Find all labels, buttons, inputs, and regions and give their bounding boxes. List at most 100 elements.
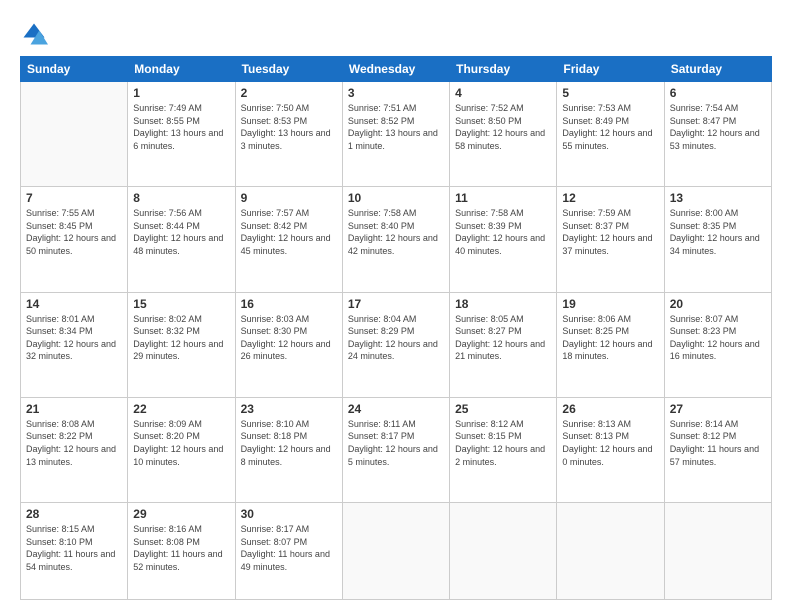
cell-day-number: 10 xyxy=(348,191,444,205)
cell-day-number: 6 xyxy=(670,86,766,100)
cell-day-number: 1 xyxy=(133,86,229,100)
cell-info: Sunrise: 7:58 AMSunset: 8:40 PMDaylight:… xyxy=(348,207,444,257)
cell-info: Sunrise: 8:09 AMSunset: 8:20 PMDaylight:… xyxy=(133,418,229,468)
cell-info: Sunrise: 8:17 AMSunset: 8:07 PMDaylight:… xyxy=(241,523,337,573)
logo xyxy=(20,20,52,48)
cell-info: Sunrise: 7:53 AMSunset: 8:49 PMDaylight:… xyxy=(562,102,658,152)
calendar-cell: 20 Sunrise: 8:07 AMSunset: 8:23 PMDayligh… xyxy=(664,292,771,397)
cell-day-number: 2 xyxy=(241,86,337,100)
cell-info: Sunrise: 8:15 AMSunset: 8:10 PMDaylight:… xyxy=(26,523,122,573)
day-header-friday: Friday xyxy=(557,57,664,82)
calendar-cell: 14 Sunrise: 8:01 AMSunset: 8:34 PMDayligh… xyxy=(21,292,128,397)
cell-info: Sunrise: 7:49 AMSunset: 8:55 PMDaylight:… xyxy=(133,102,229,152)
calendar-cell: 27 Sunrise: 8:14 AMSunset: 8:12 PMDayligh… xyxy=(664,397,771,502)
cell-info: Sunrise: 8:13 AMSunset: 8:13 PMDaylight:… xyxy=(562,418,658,468)
cell-info: Sunrise: 8:00 AMSunset: 8:35 PMDaylight:… xyxy=(670,207,766,257)
cell-day-number: 18 xyxy=(455,297,551,311)
calendar-cell: 16Sunrise: 8:03 AMSunset: 8:30 PMDayligh… xyxy=(235,292,342,397)
calendar-cell: 1 Sunrise: 7:49 AMSunset: 8:55 PMDaylight… xyxy=(128,82,235,187)
cell-info: Sunrise: 7:58 AMSunset: 8:39 PMDaylight:… xyxy=(455,207,551,257)
calendar-cell xyxy=(664,503,771,600)
calendar-cell: 5 Sunrise: 7:53 AMSunset: 8:49 PMDaylight… xyxy=(557,82,664,187)
calendar-week-2: 14 Sunrise: 8:01 AMSunset: 8:34 PMDayligh… xyxy=(21,292,772,397)
cell-info: Sunrise: 7:52 AMSunset: 8:50 PMDaylight:… xyxy=(455,102,551,152)
cell-info: Sunrise: 7:55 AMSunset: 8:45 PMDaylight:… xyxy=(26,207,122,257)
cell-day-number: 5 xyxy=(562,86,658,100)
cell-day-number: 12 xyxy=(562,191,658,205)
day-header-wednesday: Wednesday xyxy=(342,57,449,82)
day-header-saturday: Saturday xyxy=(664,57,771,82)
cell-info: Sunrise: 8:04 AMSunset: 8:29 PMDaylight:… xyxy=(348,313,444,363)
calendar-cell: 9Sunrise: 7:57 AMSunset: 8:42 PMDaylight… xyxy=(235,187,342,292)
calendar-cell: 7 Sunrise: 7:55 AMSunset: 8:45 PMDaylight… xyxy=(21,187,128,292)
calendar-cell: 3 Sunrise: 7:51 AMSunset: 8:52 PMDaylight… xyxy=(342,82,449,187)
calendar-week-1: 7 Sunrise: 7:55 AMSunset: 8:45 PMDaylight… xyxy=(21,187,772,292)
calendar-cell: 21Sunrise: 8:08 AMSunset: 8:22 PMDayligh… xyxy=(21,397,128,502)
calendar-cell: 12Sunrise: 7:59 AMSunset: 8:37 PMDayligh… xyxy=(557,187,664,292)
calendar-cell xyxy=(557,503,664,600)
cell-info: Sunrise: 7:50 AMSunset: 8:53 PMDaylight:… xyxy=(241,102,337,152)
cell-day-number: 3 xyxy=(348,86,444,100)
calendar-week-3: 21Sunrise: 8:08 AMSunset: 8:22 PMDayligh… xyxy=(21,397,772,502)
calendar-cell: 8 Sunrise: 7:56 AMSunset: 8:44 PMDaylight… xyxy=(128,187,235,292)
cell-info: Sunrise: 8:03 AMSunset: 8:30 PMDaylight:… xyxy=(241,313,337,363)
cell-day-number: 11 xyxy=(455,191,551,205)
logo-icon xyxy=(20,20,48,48)
calendar-cell xyxy=(450,503,557,600)
calendar-header-row: SundayMondayTuesdayWednesdayThursdayFrid… xyxy=(21,57,772,82)
calendar-cell: 23 Sunrise: 8:10 AMSunset: 8:18 PMDayligh… xyxy=(235,397,342,502)
calendar-cell: 28 Sunrise: 8:15 AMSunset: 8:10 PMDayligh… xyxy=(21,503,128,600)
calendar-cell: 10 Sunrise: 7:58 AMSunset: 8:40 PMDayligh… xyxy=(342,187,449,292)
cell-day-number: 8 xyxy=(133,191,229,205)
calendar-week-0: 1 Sunrise: 7:49 AMSunset: 8:55 PMDaylight… xyxy=(21,82,772,187)
cell-info: Sunrise: 7:51 AMSunset: 8:52 PMDaylight:… xyxy=(348,102,444,152)
calendar-cell: 4 Sunrise: 7:52 AMSunset: 8:50 PMDaylight… xyxy=(450,82,557,187)
page: SundayMondayTuesdayWednesdayThursdayFrid… xyxy=(0,0,792,612)
calendar-cell xyxy=(342,503,449,600)
calendar-cell: 19Sunrise: 8:06 AMSunset: 8:25 PMDayligh… xyxy=(557,292,664,397)
cell-info: Sunrise: 7:56 AMSunset: 8:44 PMDaylight:… xyxy=(133,207,229,257)
cell-day-number: 25 xyxy=(455,402,551,416)
cell-info: Sunrise: 7:57 AMSunset: 8:42 PMDaylight:… xyxy=(241,207,337,257)
day-header-tuesday: Tuesday xyxy=(235,57,342,82)
cell-day-number: 23 xyxy=(241,402,337,416)
day-header-monday: Monday xyxy=(128,57,235,82)
cell-info: Sunrise: 8:11 AMSunset: 8:17 PMDaylight:… xyxy=(348,418,444,468)
cell-day-number: 7 xyxy=(26,191,122,205)
cell-day-number: 13 xyxy=(670,191,766,205)
cell-day-number: 15 xyxy=(133,297,229,311)
calendar-table: SundayMondayTuesdayWednesdayThursdayFrid… xyxy=(20,56,772,600)
calendar-cell: 26Sunrise: 8:13 AMSunset: 8:13 PMDayligh… xyxy=(557,397,664,502)
cell-info: Sunrise: 8:02 AMSunset: 8:32 PMDaylight:… xyxy=(133,313,229,363)
calendar-cell: 2 Sunrise: 7:50 AMSunset: 8:53 PMDaylight… xyxy=(235,82,342,187)
cell-day-number: 17 xyxy=(348,297,444,311)
day-header-sunday: Sunday xyxy=(21,57,128,82)
cell-day-number: 29 xyxy=(133,507,229,521)
calendar-cell: 13 Sunrise: 8:00 AMSunset: 8:35 PMDayligh… xyxy=(664,187,771,292)
cell-day-number: 27 xyxy=(670,402,766,416)
calendar-cell: 6 Sunrise: 7:54 AMSunset: 8:47 PMDaylight… xyxy=(664,82,771,187)
cell-day-number: 30 xyxy=(241,507,337,521)
cell-day-number: 28 xyxy=(26,507,122,521)
cell-day-number: 4 xyxy=(455,86,551,100)
calendar-week-4: 28 Sunrise: 8:15 AMSunset: 8:10 PMDayligh… xyxy=(21,503,772,600)
cell-info: Sunrise: 8:06 AMSunset: 8:25 PMDaylight:… xyxy=(562,313,658,363)
cell-info: Sunrise: 7:54 AMSunset: 8:47 PMDaylight:… xyxy=(670,102,766,152)
calendar-cell: 15 Sunrise: 8:02 AMSunset: 8:32 PMDayligh… xyxy=(128,292,235,397)
cell-info: Sunrise: 8:10 AMSunset: 8:18 PMDaylight:… xyxy=(241,418,337,468)
calendar-cell: 30 Sunrise: 8:17 AMSunset: 8:07 PMDayligh… xyxy=(235,503,342,600)
cell-day-number: 14 xyxy=(26,297,122,311)
cell-info: Sunrise: 8:01 AMSunset: 8:34 PMDaylight:… xyxy=(26,313,122,363)
calendar-cell xyxy=(21,82,128,187)
cell-info: Sunrise: 8:05 AMSunset: 8:27 PMDaylight:… xyxy=(455,313,551,363)
calendar-cell: 29 Sunrise: 8:16 AMSunset: 8:08 PMDayligh… xyxy=(128,503,235,600)
cell-info: Sunrise: 8:12 AMSunset: 8:15 PMDaylight:… xyxy=(455,418,551,468)
cell-day-number: 21 xyxy=(26,402,122,416)
cell-info: Sunrise: 8:14 AMSunset: 8:12 PMDaylight:… xyxy=(670,418,766,468)
calendar-cell: 24Sunrise: 8:11 AMSunset: 8:17 PMDayligh… xyxy=(342,397,449,502)
calendar-cell: 11 Sunrise: 7:58 AMSunset: 8:39 PMDayligh… xyxy=(450,187,557,292)
cell-day-number: 20 xyxy=(670,297,766,311)
cell-info: Sunrise: 8:07 AMSunset: 8:23 PMDaylight:… xyxy=(670,313,766,363)
cell-info: Sunrise: 8:16 AMSunset: 8:08 PMDaylight:… xyxy=(133,523,229,573)
day-header-thursday: Thursday xyxy=(450,57,557,82)
